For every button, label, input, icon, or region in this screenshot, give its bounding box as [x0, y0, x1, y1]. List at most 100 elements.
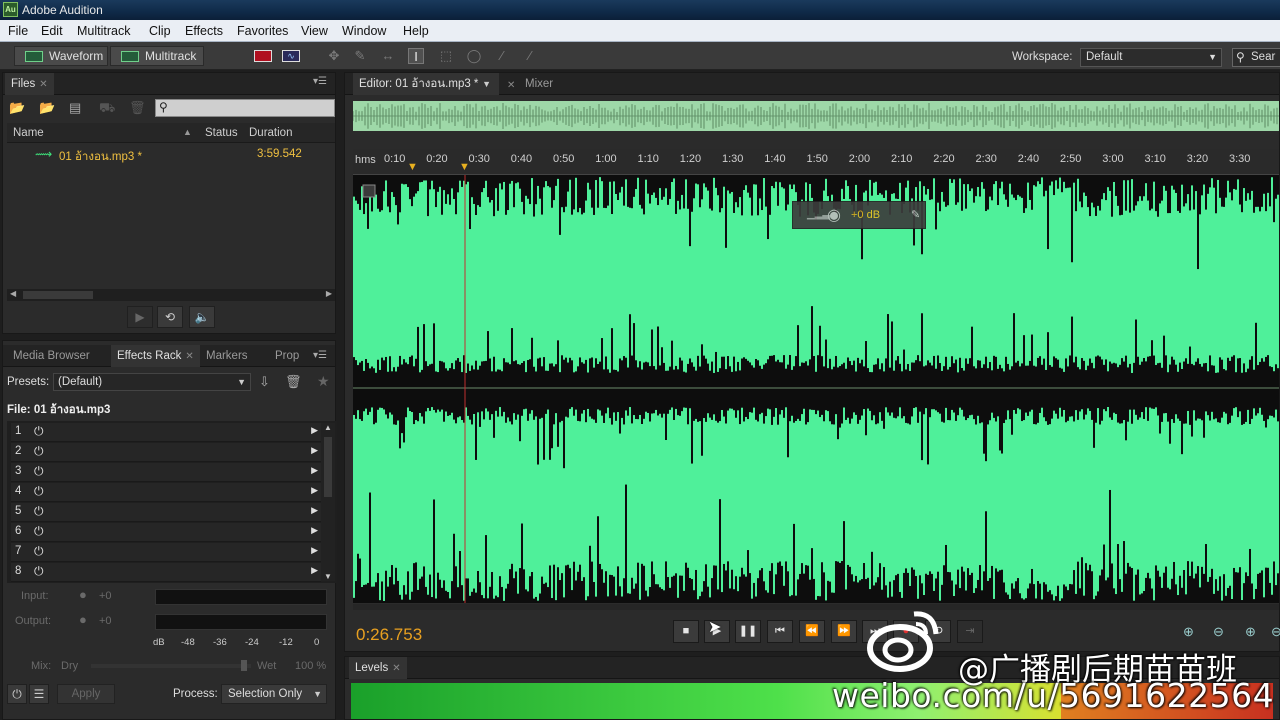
effect-slot[interactable]: 5 ⏻ ▶	[11, 503, 321, 522]
zoom-in-time-icon[interactable]: ⊕	[1245, 624, 1256, 640]
scroll-left-icon[interactable]: ◀	[10, 289, 16, 298]
chevron-down-icon[interactable]: ▼	[482, 73, 491, 95]
slot-menu-arrow-icon[interactable]: ▶	[311, 425, 318, 436]
stop-button[interactable]: ■	[673, 620, 699, 643]
effect-slot[interactable]: 8 ⏻ ▶	[11, 563, 321, 582]
rewind-button[interactable]: ⏪	[799, 620, 825, 643]
marquee-tool-icon[interactable]: ⬚	[438, 48, 454, 64]
razor-tool-icon[interactable]: ✎	[352, 48, 368, 64]
brush-tool-icon[interactable]: ⁄	[494, 48, 510, 64]
trash-icon[interactable]: 🗑	[129, 100, 146, 116]
save-preset-icon[interactable]: ⇩	[259, 374, 270, 390]
fast-forward-button[interactable]: ⏩	[831, 620, 857, 643]
panel-menu-icon[interactable]: ▾☰	[313, 350, 327, 361]
power-icon[interactable]: ⏻	[34, 564, 44, 579]
play-preview-button[interactable]: ▶	[127, 306, 153, 328]
move-tool-icon[interactable]: ✥	[326, 48, 342, 64]
file-row[interactable]: ⟿ 01 อ้างอน.mp3 * 3:59.542	[7, 144, 335, 164]
tab-properties[interactable]: Prop	[269, 345, 305, 367]
power-icon[interactable]: ⏻	[34, 464, 44, 479]
insert-icon[interactable]: ⛟	[99, 100, 115, 118]
panel-menu-icon[interactable]: ▾☰	[313, 76, 327, 87]
scroll-thumb[interactable]	[324, 437, 332, 497]
zoom-in-amplitude-icon[interactable]: ⊕	[1183, 624, 1194, 640]
pause-button[interactable]: ❚❚	[735, 620, 761, 643]
tab-media-browser[interactable]: Media Browser	[7, 345, 96, 367]
spectral-pitch-icon[interactable]: ∿	[282, 50, 300, 62]
master-power-icon[interactable]: ⏻	[7, 684, 27, 704]
output-knob-icon[interactable]: ●	[79, 612, 87, 627]
menu-file[interactable]: File	[8, 24, 28, 38]
slot-menu-arrow-icon[interactable]: ▶	[311, 565, 318, 576]
workspace-select[interactable]: Default ▼	[1080, 48, 1222, 67]
healing-brush-icon[interactable]: ⁄	[522, 48, 538, 64]
current-time-display[interactable]: 0:26.753	[356, 625, 422, 645]
skip-selection-button[interactable]: ⇥	[957, 620, 983, 643]
auto-play-button[interactable]: 🔈	[189, 306, 215, 328]
sort-ascending-icon[interactable]: ▲	[183, 127, 192, 137]
power-icon[interactable]: ⏻	[34, 524, 44, 539]
menu-view[interactable]: View	[301, 24, 328, 38]
new-file-icon[interactable]: ▤	[69, 100, 81, 116]
lasso-tool-icon[interactable]: ◯	[466, 48, 482, 64]
close-icon[interactable]: ✕	[392, 663, 400, 674]
waveform-overview[interactable]	[353, 101, 1279, 131]
effect-slot[interactable]: 2 ⏻ ▶	[11, 443, 321, 462]
close-icon[interactable]: ✕	[185, 351, 193, 362]
menu-edit[interactable]: Edit	[41, 24, 63, 38]
open-file-icon[interactable]: 📂	[9, 100, 25, 116]
help-search-input[interactable]: ⚲ Sear	[1232, 48, 1280, 67]
waveform-display[interactable]	[353, 175, 1279, 603]
menu-favorites[interactable]: Favorites	[237, 24, 288, 38]
zoom-corner-icon[interactable]	[362, 184, 376, 198]
menu-effects[interactable]: Effects	[185, 24, 223, 38]
zoom-out-time-icon[interactable]: ⊖	[1271, 624, 1280, 640]
slot-menu-arrow-icon[interactable]: ▶	[311, 485, 318, 496]
slot-menu-arrow-icon[interactable]: ▶	[311, 545, 318, 556]
power-icon[interactable]: ⏻	[34, 504, 44, 519]
apply-button[interactable]: Apply	[57, 684, 115, 704]
tab-files[interactable]: Files ✕	[5, 73, 54, 95]
slot-list-scrollbar[interactable]: ▲ ▼	[321, 423, 335, 581]
scroll-up-icon[interactable]: ▲	[324, 423, 332, 432]
power-icon[interactable]: ⏻	[34, 424, 44, 439]
tab-markers[interactable]: Markers	[200, 345, 254, 367]
tab-editor[interactable]: Editor: 01 อ้างอน.mp3 * ▼	[353, 73, 499, 95]
menu-clip[interactable]: Clip	[149, 24, 171, 38]
mix-slider[interactable]	[91, 664, 251, 668]
column-duration[interactable]: Duration	[249, 127, 292, 139]
time-selection-tool-icon[interactable]: I	[408, 48, 424, 64]
effect-slot[interactable]: 7 ⏻ ▶	[11, 543, 321, 562]
slot-menu-arrow-icon[interactable]: ▶	[311, 525, 318, 536]
power-icon[interactable]: ⏻	[34, 544, 44, 559]
power-icon[interactable]: ⏻	[34, 484, 44, 499]
zoom-out-amplitude-icon[interactable]: ⊖	[1213, 624, 1224, 640]
scroll-down-icon[interactable]: ▼	[324, 572, 332, 581]
tab-levels[interactable]: Levels ✕	[349, 657, 407, 679]
list-icon[interactable]: ☰	[29, 684, 49, 704]
in-point-marker-icon[interactable]: ▼	[407, 161, 418, 173]
files-search-input[interactable]: ⚲	[155, 99, 335, 117]
delete-preset-icon[interactable]: 🗑	[285, 374, 302, 390]
menu-multitrack[interactable]: Multitrack	[77, 24, 130, 38]
scroll-thumb[interactable]	[23, 291, 93, 299]
favorite-star-icon[interactable]: ★	[317, 373, 330, 390]
waveform-hscrollbar[interactable]	[353, 604, 1279, 610]
volume-knob-icon[interactable]: ◉	[827, 205, 841, 225]
slot-menu-arrow-icon[interactable]: ▶	[311, 505, 318, 516]
effect-slot[interactable]: 1 ⏻ ▶	[11, 423, 321, 442]
menu-help[interactable]: Help	[403, 24, 429, 38]
spectral-frequency-icon[interactable]	[254, 50, 272, 62]
input-knob-icon[interactable]: ●	[79, 587, 87, 602]
menu-window[interactable]: Window	[342, 24, 386, 38]
column-name[interactable]: Name	[13, 127, 44, 139]
effect-slot[interactable]: 4 ⏻ ▶	[11, 483, 321, 502]
waveform-view-button[interactable]: Waveform	[14, 46, 108, 66]
hud-volume-control[interactable]: ▁▂▃ ◉ +0 dB ✎	[792, 201, 926, 229]
column-status[interactable]: Status	[205, 127, 238, 139]
pin-icon[interactable]: ✎	[911, 208, 920, 221]
loop-preview-button[interactable]: ⟲	[157, 306, 183, 328]
previous-button[interactable]: ⏮	[767, 620, 793, 643]
effect-slot[interactable]: 6 ⏻ ▶	[11, 523, 321, 542]
horizontal-scrollbar[interactable]: ◀ ▶	[7, 289, 335, 301]
